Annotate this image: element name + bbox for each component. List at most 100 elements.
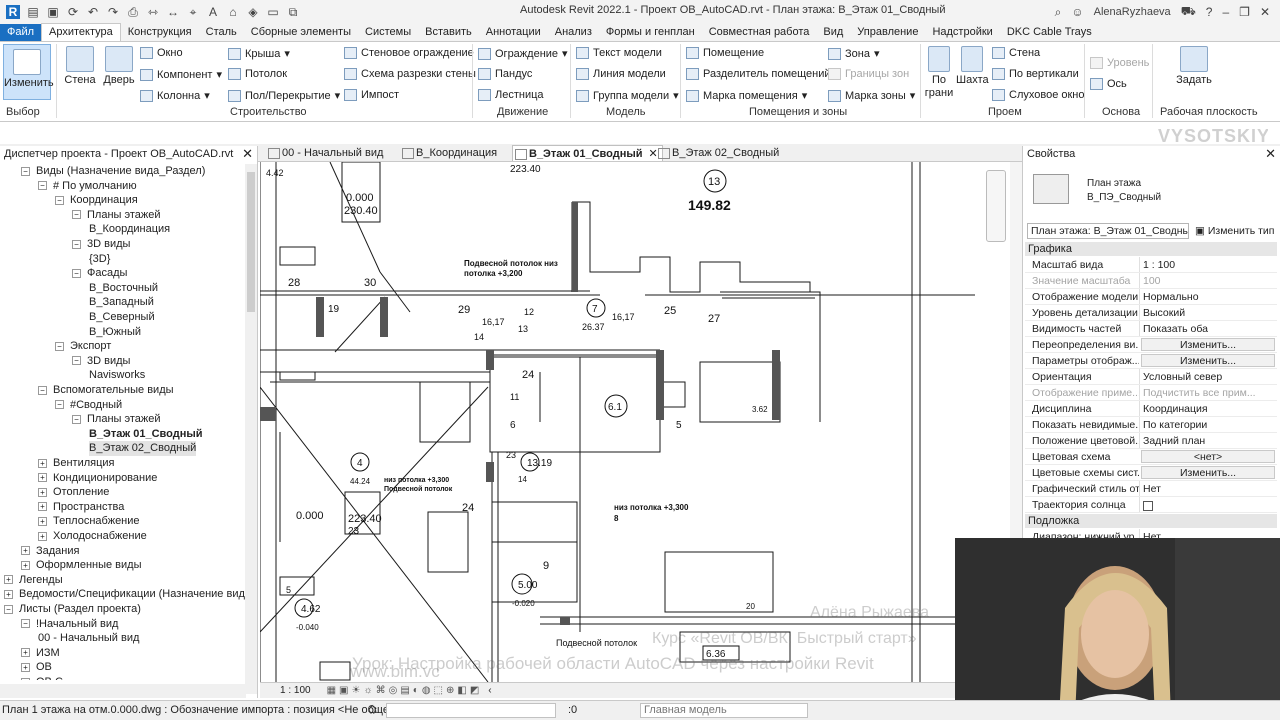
tree-item[interactable]: − !Начальный вид [21, 617, 118, 632]
curtain-wall-button[interactable]: Стеновое ограждение [344, 47, 474, 59]
mullion-button[interactable]: Импост [344, 89, 399, 101]
instance-dropdown[interactable]: План этажа: В_Этаж 01_Сводный [1027, 223, 1189, 239]
tree-toggle-icon[interactable]: + [38, 531, 47, 541]
close-icon[interactable]: ✕ [242, 146, 253, 162]
area-boundary-button[interactable]: Границы зон [828, 68, 909, 80]
tree-toggle-icon[interactable]: − [55, 341, 64, 351]
tree-toggle-icon[interactable]: − [38, 181, 47, 191]
area-button[interactable]: Зона ▾ [828, 47, 880, 60]
worksets-icon[interactable]: ⛭ [368, 704, 377, 717]
tree-item[interactable]: + Кондиционирование [38, 471, 157, 486]
view-tab-floor01[interactable]: В_Этаж 01_Сводный ✕ [512, 145, 663, 161]
tab-systems[interactable]: Системы [358, 24, 418, 41]
grid-button[interactable]: Ось [1090, 78, 1127, 90]
roof-button[interactable]: Крыша ▾ [228, 47, 290, 60]
tree-toggle-icon[interactable]: + [21, 648, 30, 658]
tree-item[interactable]: + Вентиляция [38, 456, 115, 471]
tree-item[interactable]: − Листы (Раздел проекта) [4, 602, 141, 617]
sun-path-checkbox[interactable] [1143, 501, 1153, 511]
view-scale[interactable]: 1 : 100 [280, 685, 311, 696]
tree-item[interactable]: − Планы этажей [72, 208, 161, 223]
navigation-bar[interactable] [986, 170, 1006, 242]
floor-button[interactable]: Пол/Перекрытие ▾ [228, 89, 340, 102]
tree-toggle-icon[interactable]: − [72, 414, 81, 424]
tree-item[interactable]: В_Северный [89, 310, 155, 325]
property-edit-button[interactable]: Изменить... [1141, 466, 1275, 479]
property-value[interactable] [1139, 497, 1277, 512]
tree-item[interactable]: + Отопление [38, 485, 109, 500]
by-face-button[interactable]: По грани [924, 46, 954, 100]
property-value[interactable]: Нет [1139, 481, 1277, 496]
print-icon[interactable]: ⎙ [126, 5, 140, 19]
cart-icon[interactable]: ⛟ [1181, 4, 1196, 20]
design-option-dropdown[interactable]: Главная модель [640, 703, 808, 718]
column-button[interactable]: Колонна ▾ [140, 89, 210, 102]
dimension-icon[interactable]: ↔ [166, 5, 180, 19]
help-icon[interactable]: ? [1206, 5, 1213, 19]
tree-toggle-icon[interactable]: − [72, 210, 81, 220]
view-tab-floor02[interactable]: В_Этаж 02_Сводный [656, 145, 779, 161]
modify-button[interactable]: Изменить [3, 44, 54, 100]
scroll-thumb[interactable] [247, 172, 255, 312]
curtain-grid-button[interactable]: Схема разрезки стены [344, 68, 476, 80]
ramp-button[interactable]: Пандус [478, 68, 532, 80]
minimize-icon[interactable]: – [1222, 5, 1229, 19]
wall-opening-button[interactable]: Стена [992, 47, 1040, 59]
tab-view[interactable]: Вид [816, 24, 850, 41]
tree-toggle-icon[interactable]: − [21, 619, 30, 629]
user-name[interactable]: AlenaRyzhaeva [1094, 6, 1171, 18]
property-value[interactable]: Координация [1139, 401, 1277, 416]
tab-annotate[interactable]: Аннотации [479, 24, 548, 41]
tree-item[interactable]: − Экспорт [55, 339, 111, 354]
tab-file[interactable]: Файл [0, 24, 42, 41]
tab-collaborate[interactable]: Совместная работа [702, 24, 817, 41]
ceiling-button[interactable]: Потолок [228, 68, 287, 80]
workset-dropdown[interactable] [386, 703, 556, 718]
component-button[interactable]: Компонент ▾ [140, 68, 222, 81]
close-icon[interactable]: ✕ [1265, 146, 1276, 162]
tree-item[interactable]: В_Западный [89, 295, 154, 310]
user-icon[interactable]: ☺ [1071, 5, 1083, 19]
tree-toggle-icon[interactable]: − [72, 268, 81, 278]
tree-item[interactable]: В_Этаж 02_Сводный [89, 441, 197, 456]
door-button[interactable]: Дверь [100, 46, 138, 86]
edit-type-button[interactable]: ▣ Изменить тип [1195, 225, 1274, 237]
tab-architecture[interactable]: Архитектура [41, 23, 121, 41]
property-value[interactable]: Показать оба [1139, 321, 1277, 336]
room-button[interactable]: Помещение [686, 47, 764, 59]
tree-item[interactable]: −3D виды [72, 237, 130, 252]
tab-massing[interactable]: Формы и генплан [599, 24, 702, 41]
close-icon[interactable]: ✕ [1260, 5, 1270, 19]
tree-toggle-icon[interactable]: + [4, 589, 13, 599]
tree-toggle-icon[interactable]: + [21, 546, 30, 556]
type-selector[interactable]: План этажа В_ПЭ_Сводный [1029, 164, 1275, 220]
property-value[interactable]: 100 [1139, 273, 1277, 288]
tree-item[interactable]: {3D} [89, 252, 110, 267]
set-work-plane-button[interactable]: Задать [1170, 46, 1218, 86]
shaft-button[interactable]: Шахта [956, 46, 989, 86]
property-edit-button[interactable]: Изменить... [1141, 338, 1275, 351]
undo-icon[interactable]: ↶ [86, 5, 100, 19]
tree-toggle-icon[interactable]: + [38, 502, 47, 512]
tree-item[interactable]: В_Координация [89, 222, 170, 237]
tree-item[interactable]: В_Южный [89, 325, 141, 340]
tree-toggle-icon[interactable]: + [38, 487, 47, 497]
underlay-group[interactable]: Подложка [1025, 514, 1277, 528]
vertical-opening-button[interactable]: По вертикали [992, 68, 1079, 80]
property-edit-button[interactable]: <нет> [1141, 450, 1275, 463]
window-button[interactable]: Окно [140, 47, 183, 59]
horizontal-scrollbar[interactable] [0, 684, 246, 698]
graphics-group[interactable]: Графика [1025, 242, 1277, 256]
tree-item[interactable]: + Легенды [4, 573, 63, 588]
model-line-button[interactable]: Линия модели [576, 68, 666, 80]
tree-item[interactable]: − Вспомогательные виды [38, 383, 174, 398]
tree-toggle-icon[interactable]: − [4, 604, 13, 614]
tree-toggle-icon[interactable]: + [38, 473, 47, 483]
tab-steel[interactable]: Сталь [199, 24, 244, 41]
tree-toggle-icon[interactable]: + [38, 458, 47, 468]
tab-precast[interactable]: Сборные элементы [244, 24, 358, 41]
tab-addins[interactable]: Надстройки [925, 24, 999, 41]
tree-toggle-icon[interactable]: − [72, 239, 81, 249]
tree-toggle-icon[interactable]: + [21, 677, 30, 680]
revit-app-icon[interactable]: R [6, 5, 20, 19]
